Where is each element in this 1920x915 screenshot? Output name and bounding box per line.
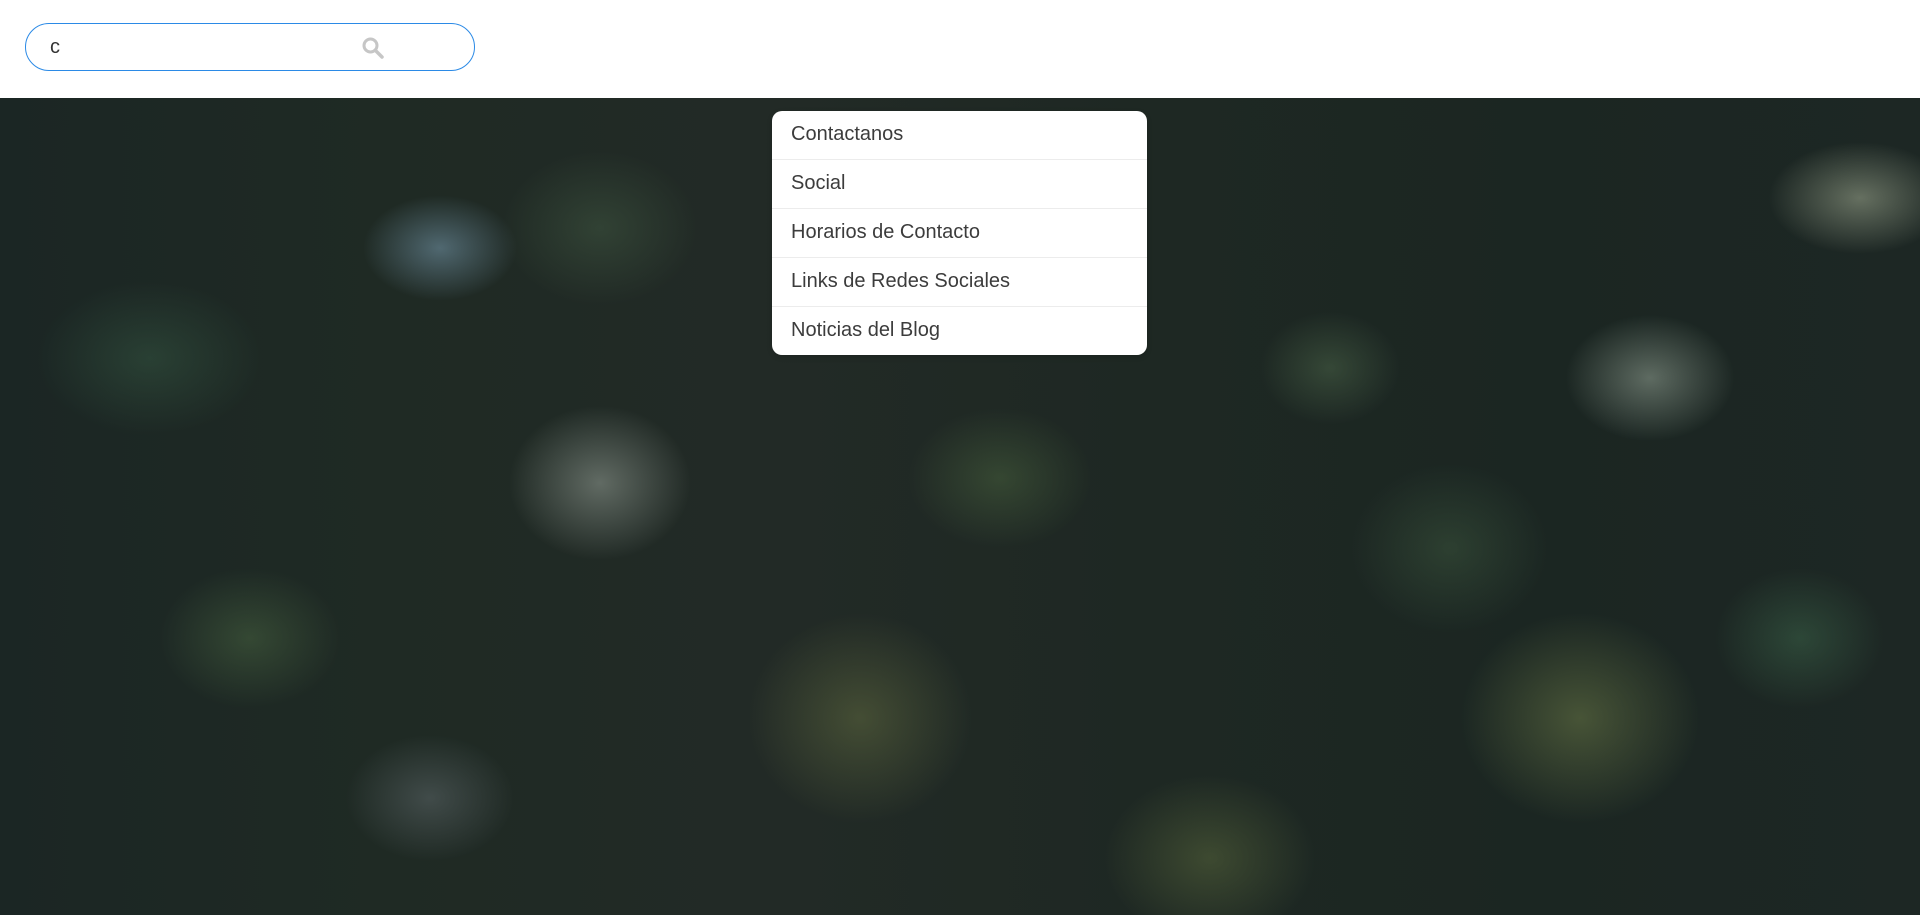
search-icon[interactable] xyxy=(361,36,385,60)
suggestion-item-social[interactable]: Social xyxy=(772,160,1147,209)
header xyxy=(0,0,1920,98)
suggestion-item-horarios-de-contacto[interactable]: Horarios de Contacto xyxy=(772,209,1147,258)
search-box[interactable] xyxy=(25,23,475,71)
search-input[interactable] xyxy=(50,24,350,70)
search-suggestions-dropdown: Contactanos Social Horarios de Contacto … xyxy=(772,111,1147,355)
suggestion-item-contactanos[interactable]: Contactanos xyxy=(772,111,1147,160)
suggestion-item-noticias-del-blog[interactable]: Noticias del Blog xyxy=(772,307,1147,355)
suggestion-item-links-de-redes-sociales[interactable]: Links de Redes Sociales xyxy=(772,258,1147,307)
